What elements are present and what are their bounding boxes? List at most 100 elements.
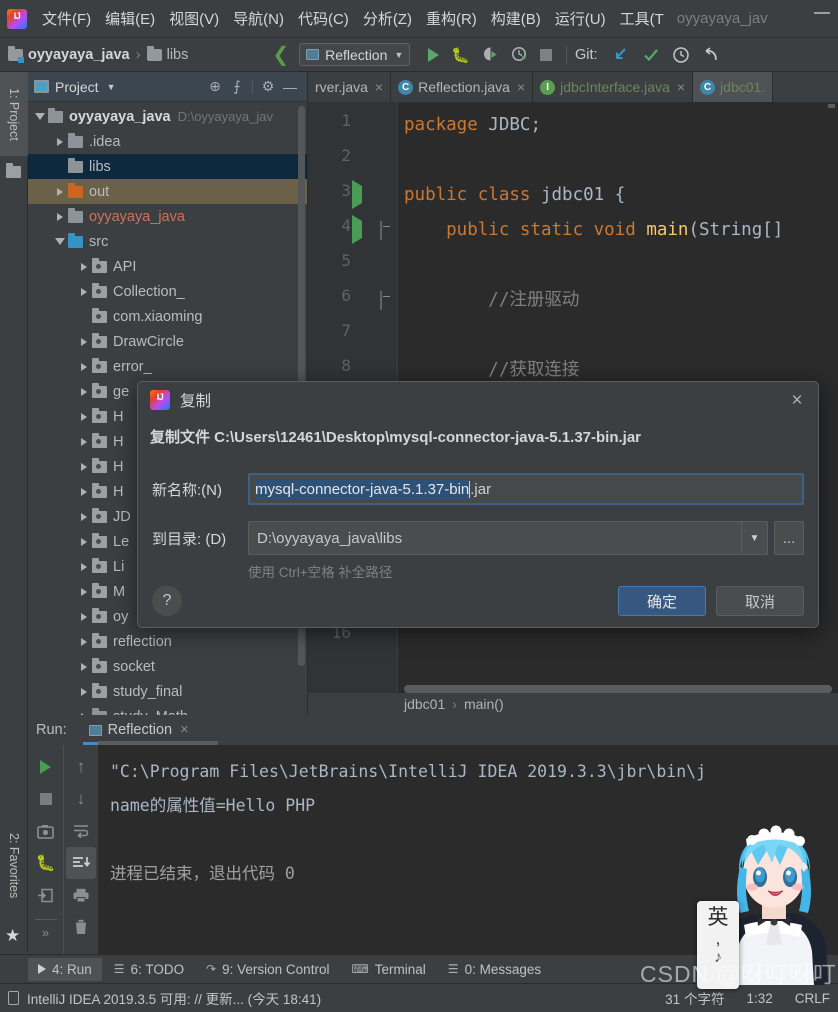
next-occurrence-button[interactable]: ↓ (66, 783, 96, 815)
chevron-down-icon[interactable]: ▼ (107, 82, 116, 92)
menu-tools[interactable]: 工具(T (613, 6, 671, 31)
breadcrumb-project[interactable]: oyyayaya_java (28, 47, 130, 63)
hide-panel-icon[interactable]: — (279, 76, 301, 98)
soft-wrap-button[interactable] (66, 815, 96, 847)
status-caret-position[interactable]: 1:32 (746, 991, 772, 1006)
restore-layout-button[interactable] (31, 879, 61, 911)
twisty-closed-icon[interactable] (76, 562, 92, 571)
editor-vertical-scrollbar[interactable] (828, 104, 835, 108)
help-button[interactable]: ? (152, 586, 182, 616)
ok-button[interactable]: 确定 (618, 586, 706, 616)
breadcrumb-method[interactable]: main() (464, 696, 504, 712)
menu-build[interactable]: 构建(B) (484, 6, 548, 31)
twisty-closed-icon[interactable] (76, 337, 92, 346)
twisty-closed-icon[interactable] (76, 287, 92, 296)
editor-horizontal-scrollbar[interactable] (404, 685, 832, 693)
menu-navigate[interactable]: 导航(N) (226, 6, 291, 31)
bottom-tab-messages[interactable]: ☰ 0: Messages (438, 958, 551, 981)
twisty-open-icon[interactable] (32, 113, 48, 120)
tree-row-out[interactable]: out (28, 179, 307, 204)
menu-edit[interactable]: 编辑(E) (98, 6, 162, 31)
tree-row-oyyayaya-java[interactable]: oyyayaya_java D:\oyyayaya_jav (28, 104, 307, 129)
breadcrumb-class[interactable]: jdbc01 (404, 696, 445, 712)
twisty-closed-icon[interactable] (76, 637, 92, 646)
twisty-closed-icon[interactable] (76, 512, 92, 521)
sidebar-item-project[interactable]: 1: Project (0, 72, 28, 156)
menu-code[interactable]: 代码(C) (291, 6, 356, 31)
tab-jdbcinterface-java[interactable]: I jdbcInterface.java × (533, 72, 694, 102)
twisty-closed-icon[interactable] (52, 212, 68, 221)
fold-marker-icon[interactable] (380, 291, 382, 310)
close-icon[interactable]: × (677, 79, 685, 95)
git-rollback-button[interactable] (702, 46, 720, 64)
to-directory-combobox[interactable]: D:\oyyayaya_java\libs ▼ (248, 521, 768, 555)
notification-icon[interactable] (8, 991, 19, 1005)
menu-analyze[interactable]: 分析(Z) (356, 6, 419, 31)
debug-button[interactable]: 🐛 (451, 46, 470, 64)
stop-button[interactable] (540, 48, 552, 61)
twisty-closed-icon[interactable] (76, 362, 92, 371)
dump-threads-button[interactable]: 🐛 (31, 847, 61, 879)
tree-row-study-final[interactable]: study_final (28, 679, 307, 704)
menu-run[interactable]: 运行(U) (548, 6, 613, 31)
sidebar-item-favorites[interactable]: 2: Favorites (0, 814, 28, 918)
tree-row-idea[interactable]: .idea (28, 129, 307, 154)
tree-row-reflection[interactable]: reflection (28, 629, 307, 654)
git-commit-button[interactable] (642, 46, 660, 64)
tree-row-com-xiaoming[interactable]: com.xiaoming (28, 304, 307, 329)
menu-refactor[interactable]: 重构(R) (419, 6, 484, 31)
scroll-to-end-button[interactable] (66, 847, 96, 879)
bottom-tab-todo[interactable]: ☰ 6: TODO (104, 958, 194, 981)
bottom-tab-version-control[interactable]: ↷ 9: Version Control (196, 958, 339, 981)
tree-row-drawcircle[interactable]: DrawCircle (28, 329, 307, 354)
screenshot-button[interactable] (31, 815, 61, 847)
settings-gear-icon[interactable]: ⚙ (257, 76, 279, 98)
twisty-closed-icon[interactable] (76, 662, 92, 671)
twisty-closed-icon[interactable] (76, 587, 92, 596)
browse-button[interactable]: ... (774, 521, 804, 555)
twisty-closed-icon[interactable] (76, 437, 92, 446)
close-icon[interactable]: × (180, 722, 188, 738)
tree-row-error[interactable]: error_ (28, 354, 307, 379)
cancel-button[interactable]: 取消 (716, 586, 804, 616)
menu-file[interactable]: 文件(F) (35, 6, 98, 31)
tab-reflection-java[interactable]: C Reflection.java × (391, 72, 534, 102)
bottom-tab-run[interactable]: 4: Run (28, 957, 102, 981)
tree-row-api[interactable]: API (28, 254, 307, 279)
fold-marker-icon[interactable] (380, 221, 382, 240)
tree-row-socket[interactable]: socket (28, 654, 307, 679)
twisty-closed-icon[interactable] (76, 412, 92, 421)
close-icon[interactable]: × (786, 390, 808, 412)
tree-row-src[interactable]: src (28, 229, 307, 254)
locate-icon[interactable]: ⊕ (204, 76, 226, 98)
run-line-marker-icon[interactable] (352, 180, 362, 209)
minimize-icon[interactable] (814, 12, 830, 14)
twisty-open-icon[interactable] (52, 238, 68, 245)
menu-view[interactable]: 视图(V) (162, 6, 226, 31)
twisty-closed-icon[interactable] (76, 687, 92, 696)
twisty-closed-icon[interactable] (52, 137, 68, 146)
tree-row-oyyayaya-java-module[interactable]: oyyayaya_java (28, 204, 307, 229)
stop-button[interactable] (31, 783, 61, 815)
twisty-closed-icon[interactable] (76, 387, 92, 396)
close-icon[interactable]: × (375, 79, 383, 95)
tree-row-libs[interactable]: libs (28, 154, 307, 179)
twisty-closed-icon[interactable] (52, 187, 68, 196)
print-button[interactable] (66, 879, 96, 911)
more-button[interactable]: » (31, 920, 61, 944)
git-history-button[interactable] (672, 46, 690, 64)
run-configuration-selector[interactable]: Reflection ▼ (299, 43, 411, 66)
twisty-closed-icon[interactable] (76, 462, 92, 471)
profile-button[interactable] (511, 46, 528, 63)
run-button[interactable] (428, 47, 440, 62)
clear-all-button[interactable] (66, 911, 96, 943)
twisty-closed-icon[interactable] (76, 612, 92, 621)
prev-occurrence-button[interactable]: ↑ (66, 751, 96, 783)
tree-row-collection[interactable]: Collection_ (28, 279, 307, 304)
tree-row-study-math[interactable]: study_Math (28, 704, 307, 715)
bottom-tab-terminal[interactable]: ⌨ Terminal (341, 958, 435, 981)
twisty-closed-icon[interactable] (76, 537, 92, 546)
tab-rver-java[interactable]: rver.java × (308, 72, 392, 102)
chevron-down-icon[interactable]: ▼ (741, 522, 767, 554)
git-update-button[interactable] (612, 46, 630, 64)
